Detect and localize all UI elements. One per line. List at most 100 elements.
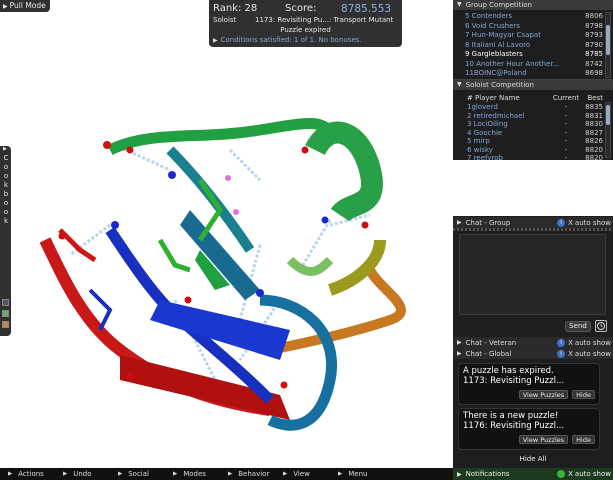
- chat-veteran-header[interactable]: ▶ Chat - Veteran i X auto show: [453, 337, 613, 348]
- soloist-list: 1gloverd -8835 2 retiredmichael -8831 3 Loci…: [453, 103, 613, 163]
- puzzle-status: Puzzle expired: [280, 26, 331, 34]
- auto-show-toggle[interactable]: auto show: [575, 219, 611, 227]
- close-icon[interactable]: X: [568, 350, 573, 358]
- menu-menu[interactable]: ▶ Menu: [338, 470, 385, 478]
- triangle-right-icon: ▶: [457, 350, 462, 357]
- menu-view[interactable]: ▶ View: [283, 470, 330, 478]
- auto-show-toggle[interactable]: auto show: [575, 470, 611, 478]
- triangle-right-icon: ▶: [8, 471, 13, 477]
- recipe-icon[interactable]: [2, 299, 9, 306]
- cookbook-label: Cookbook: [3, 154, 9, 225]
- notice-line2: 1176: Revisiting Puzzl...: [463, 421, 565, 431]
- close-icon[interactable]: X: [568, 470, 573, 478]
- close-icon[interactable]: X: [568, 339, 573, 347]
- group-scrollbar[interactable]: [605, 12, 611, 78]
- protein-render[interactable]: [0, 0, 453, 468]
- conditions-toggle[interactable]: ▶ Conditions satisfied: 1 of 1. No bonuse…: [213, 36, 398, 46]
- soloist-competition-header[interactable]: ▼ Soloist Competition: [453, 80, 613, 90]
- puzzle-name: 1173: Revisiting Pu...: Transport Mutant: [255, 16, 394, 24]
- info-icon[interactable]: i: [557, 338, 566, 347]
- cookbook-panel[interactable]: ▶ Cookbook: [0, 146, 11, 336]
- soloist-row[interactable]: 5 mirp - 8826: [453, 137, 613, 146]
- soloist-scrollbar[interactable]: [605, 102, 611, 158]
- player-current: -: [564, 145, 568, 154]
- view-puzzles-button[interactable]: View Puzzles: [518, 390, 569, 399]
- green-strand: [107, 117, 344, 155]
- info-icon[interactable]: i: [557, 218, 566, 227]
- player-name: 6 wisky: [467, 145, 493, 154]
- triangle-right-icon: ▶: [338, 471, 343, 477]
- soloist-row[interactable]: 1gloverd - 8835: [453, 103, 613, 112]
- menu-social[interactable]: ▶ Social: [118, 470, 165, 478]
- soloist-row[interactable]: 4 Goochie - 8827: [453, 129, 613, 138]
- menu-menu-label: Menu: [348, 470, 368, 478]
- triangle-down-icon: ▼: [457, 1, 462, 8]
- col-best: Best: [587, 94, 603, 102]
- soloist-scroll-thumb[interactable]: [606, 105, 610, 125]
- group-scroll-thumb[interactable]: [606, 25, 610, 55]
- group-name: 11BOINC@Poland: [465, 69, 527, 77]
- menu-behavior[interactable]: ▶ Behavior: [228, 470, 275, 478]
- player-best: 8826: [585, 137, 603, 145]
- group-score: 8806: [585, 12, 603, 20]
- group-score: 8798: [585, 21, 603, 30]
- hide-all-button[interactable]: Hide All: [453, 455, 613, 464]
- group-name: 9 Gargleblasters: [465, 50, 523, 58]
- player-name: 5 mirp: [467, 137, 490, 145]
- group-score: 8793: [585, 31, 603, 39]
- soloist-row[interactable]: 6 wisky - 8820: [453, 146, 613, 155]
- group-row[interactable]: 10 Another Hour Another... 8742: [453, 60, 613, 70]
- group-row[interactable]: 5 Contenders 8806: [453, 12, 613, 22]
- protein-viewport[interactable]: [0, 0, 453, 468]
- triangle-right-icon: ▶: [213, 37, 218, 44]
- recipe-icon-2[interactable]: [2, 310, 9, 317]
- auto-show-toggle[interactable]: auto show: [575, 339, 611, 347]
- soloist-competition-panel: ▼ Soloist Competition # Player Name Curre…: [453, 80, 613, 163]
- red-sidechain: [58, 228, 97, 263]
- conditions-text: Conditions satisfied: 1 of 1. No bonuses…: [220, 36, 362, 44]
- close-icon[interactable]: X: [568, 219, 573, 227]
- group-row[interactable]: 8 Italiani Al Lavoro 8790: [453, 41, 613, 51]
- rank-label: Rank: 28: [213, 3, 258, 14]
- pull-mode-button[interactable]: ▶ Pull Mode: [0, 0, 50, 12]
- score-label: Score:: [285, 3, 317, 14]
- chat-global-header[interactable]: ▶ Chat - Global i X auto show: [453, 348, 613, 359]
- notice-line1: There is a new puzzle!: [463, 411, 559, 421]
- auto-show-toggle[interactable]: auto show: [575, 350, 611, 358]
- status-dot-icon: [557, 470, 566, 478]
- chat-group-messages[interactable]: [459, 234, 606, 315]
- chat-group-header[interactable]: ▶ Chat - Group i X auto show: [453, 217, 613, 228]
- green-helix: [305, 121, 383, 223]
- send-button[interactable]: Send: [565, 321, 591, 332]
- view-puzzles-button[interactable]: View Puzzles: [518, 435, 569, 444]
- recipe-icon-3[interactable]: [2, 321, 9, 328]
- triangle-right-icon: ▶: [457, 339, 462, 346]
- menu-undo-label: Undo: [73, 470, 92, 478]
- info-icon[interactable]: i: [557, 349, 566, 358]
- group-competition-header[interactable]: ▼ Group Competition: [453, 0, 613, 10]
- chat-group-title: Chat - Group: [465, 218, 511, 227]
- group-row[interactable]: 11BOINC@Poland 8698: [453, 69, 613, 79]
- player-name: 1gloverd: [467, 103, 498, 111]
- green-sidechain-2: [157, 238, 191, 273]
- menu-modes[interactable]: ▶ Modes: [173, 470, 220, 478]
- group-row[interactable]: 7 Hun-Magyar Csapat 8793: [453, 31, 613, 41]
- clock-icon[interactable]: [595, 320, 607, 332]
- group-row[interactable]: 9 Gargleblasters 8785: [453, 50, 613, 60]
- group-name: 8 Italiani Al Lavoro: [465, 40, 531, 49]
- group-row[interactable]: 6 Void Crushers 8798: [453, 22, 613, 32]
- notifications-header[interactable]: ▶ Notifications X auto show: [453, 468, 613, 480]
- menu-undo[interactable]: ▶ Undo: [63, 470, 110, 478]
- menu-actions-label: Actions: [18, 470, 44, 478]
- player-best: 8827: [585, 128, 603, 137]
- group-score: 8698: [585, 69, 603, 77]
- main-menu-bar: ▶ Actions ▶ Undo ▶ Social ▶ Modes ▶ Behavior …: [0, 468, 453, 480]
- player-name: 3 LociOiling: [467, 120, 508, 128]
- soloist-row[interactable]: 3 LociOiling - 8830: [453, 120, 613, 129]
- hide-button[interactable]: Hide: [572, 390, 595, 399]
- player-current: -: [564, 128, 568, 137]
- soloist-row[interactable]: 2 retiredmichael - 8831: [453, 112, 613, 121]
- menu-actions[interactable]: ▶ Actions: [8, 470, 55, 478]
- hide-button[interactable]: Hide: [572, 435, 595, 444]
- group-score: 8790: [585, 40, 603, 49]
